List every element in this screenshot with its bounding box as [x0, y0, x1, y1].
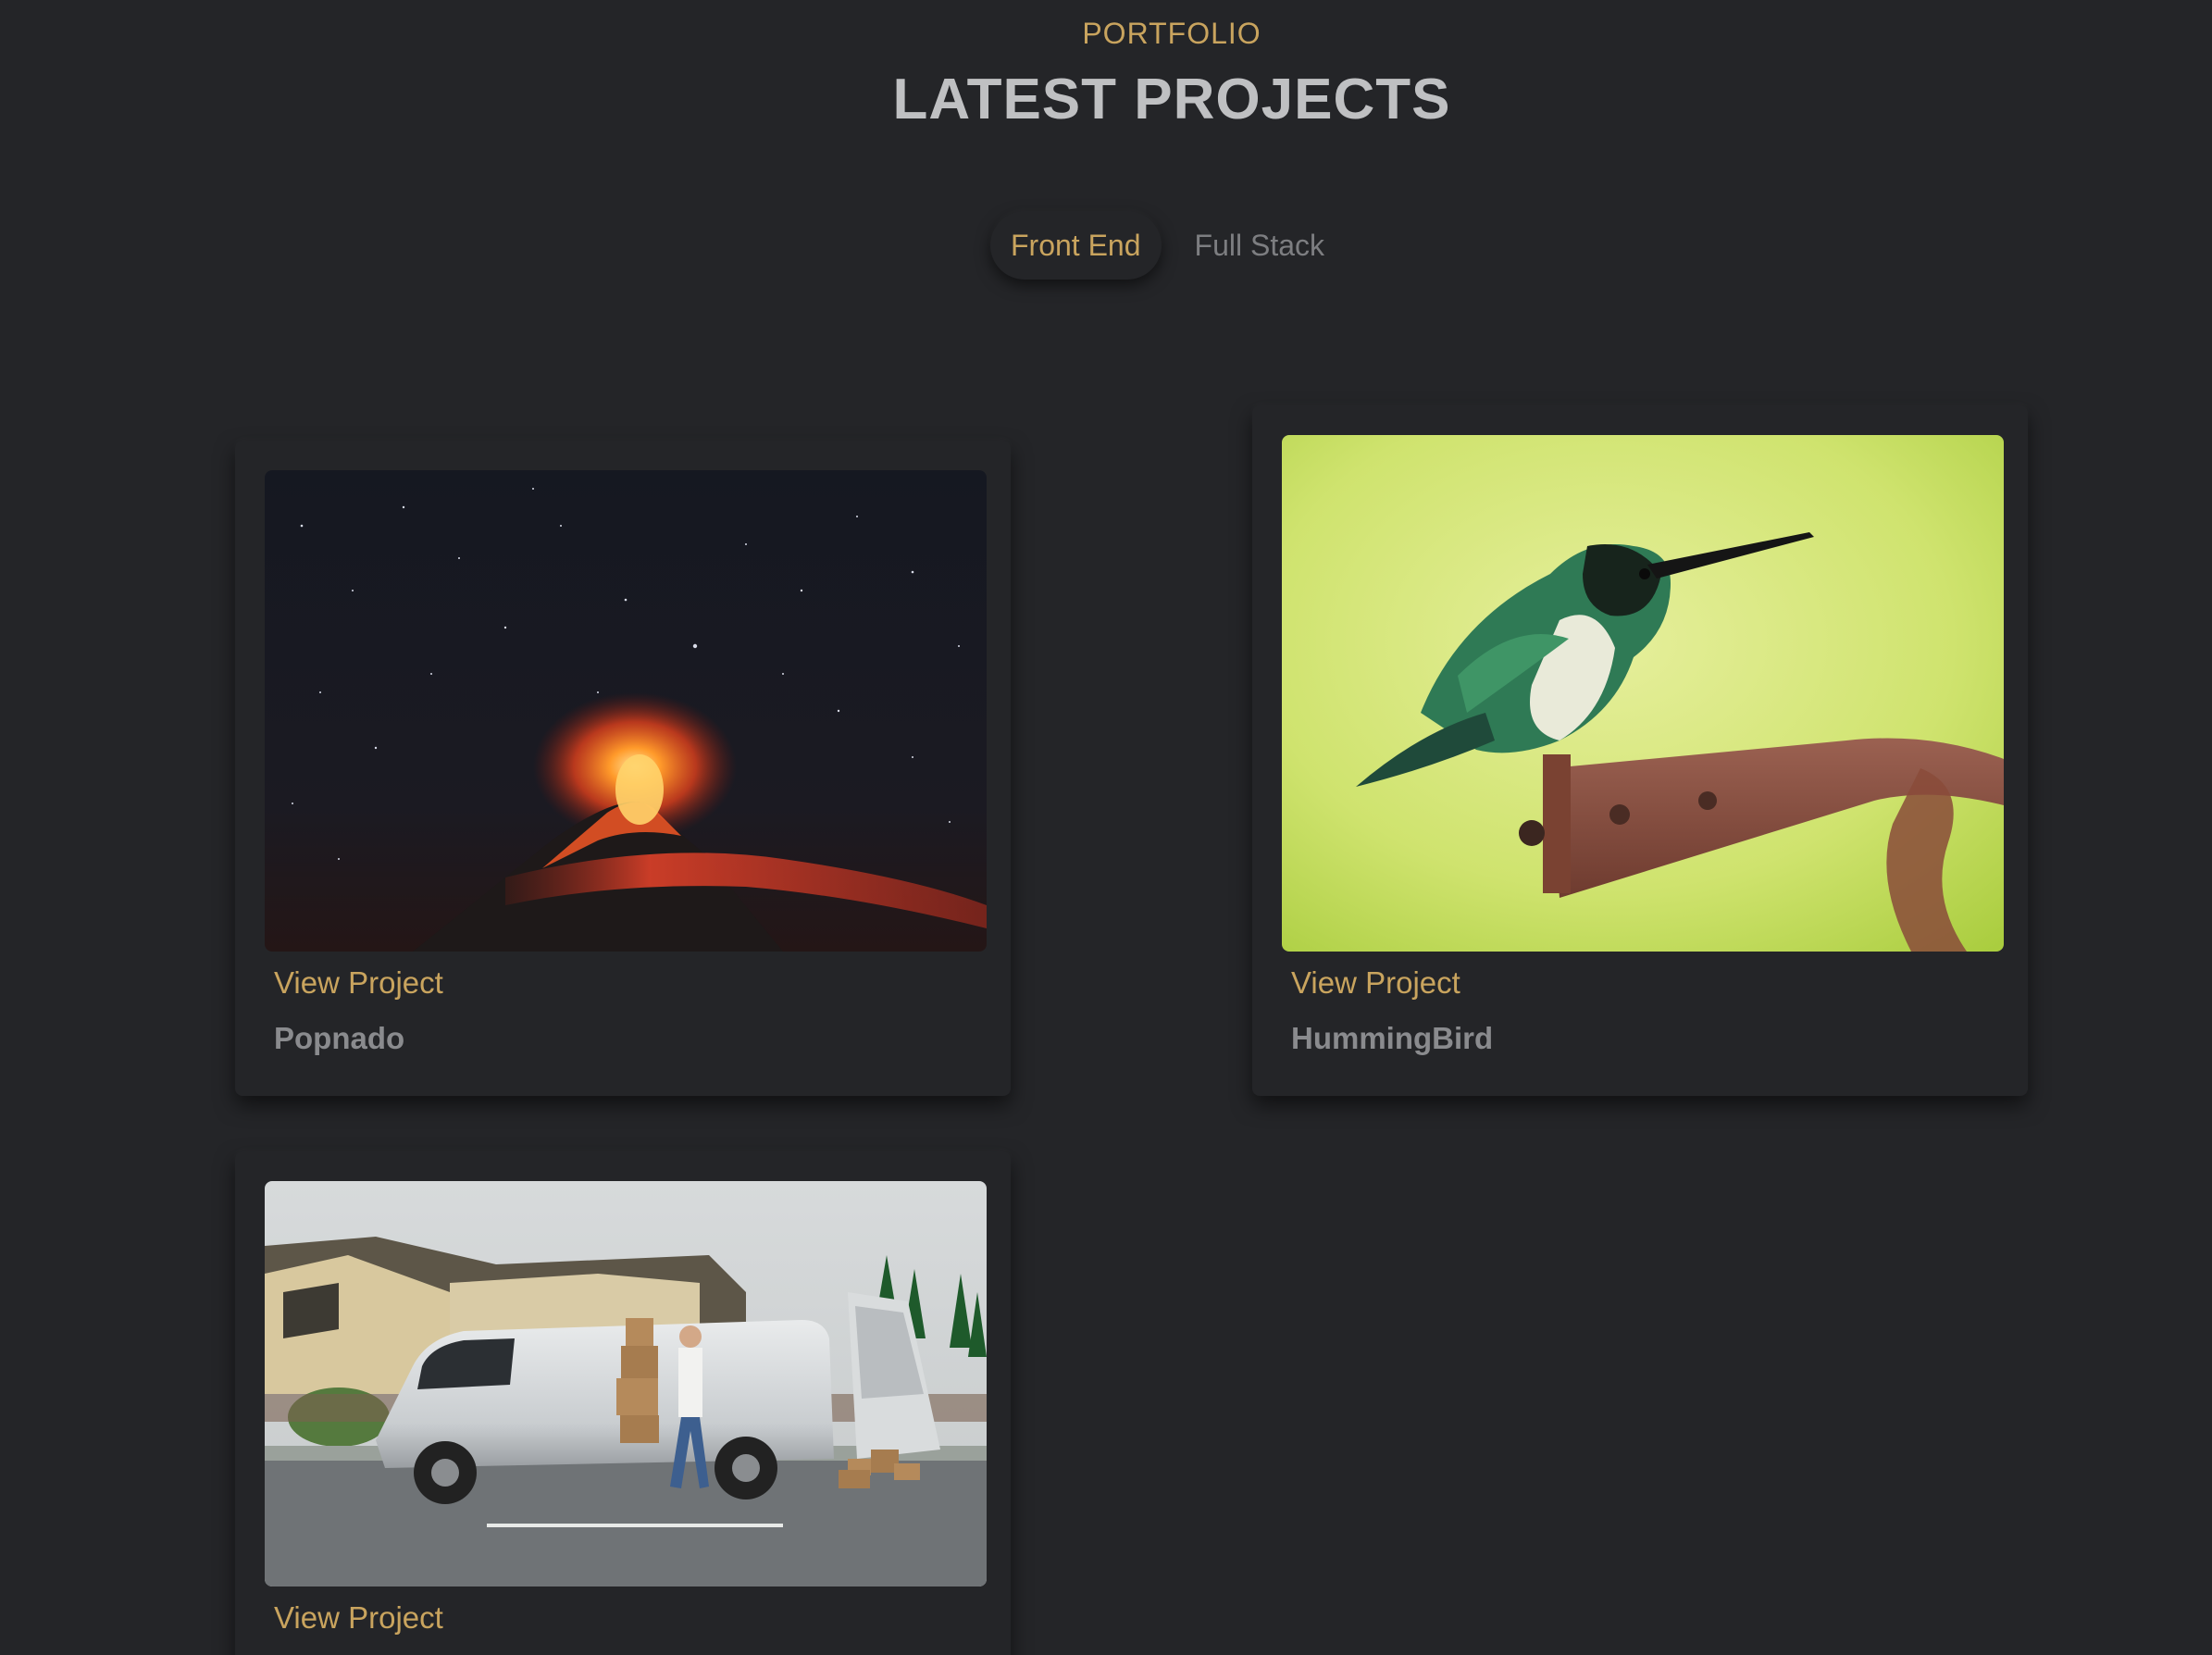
project-card: View Project Popnado: [235, 441, 1011, 1096]
project-image[interactable]: [1282, 435, 2004, 952]
view-project-link[interactable]: View Project: [274, 1600, 443, 1636]
project-name: Popnado: [274, 1021, 405, 1055]
portfolio-section: PORTFOLIO LATEST PROJECTS Front End Full…: [0, 0, 2212, 1655]
tab-front-end[interactable]: Front End: [990, 211, 1162, 280]
view-project-link[interactable]: View Project: [274, 965, 443, 1001]
tab-full-stack[interactable]: Full Stack: [1174, 211, 1345, 280]
project-card: View Project: [235, 1151, 1011, 1655]
section-eyebrow: PORTFOLIO: [1082, 17, 1261, 50]
project-name: HummingBird: [1291, 1021, 1494, 1055]
project-image[interactable]: [265, 470, 987, 952]
view-project-link[interactable]: View Project: [1291, 965, 1460, 1001]
project-card: View Project HummingBird: [1252, 405, 2028, 1096]
section-title: LATEST PROJECTS: [892, 68, 1451, 131]
project-filter-tabs: Front End Full Stack: [990, 211, 1345, 280]
project-image[interactable]: [265, 1181, 987, 1587]
